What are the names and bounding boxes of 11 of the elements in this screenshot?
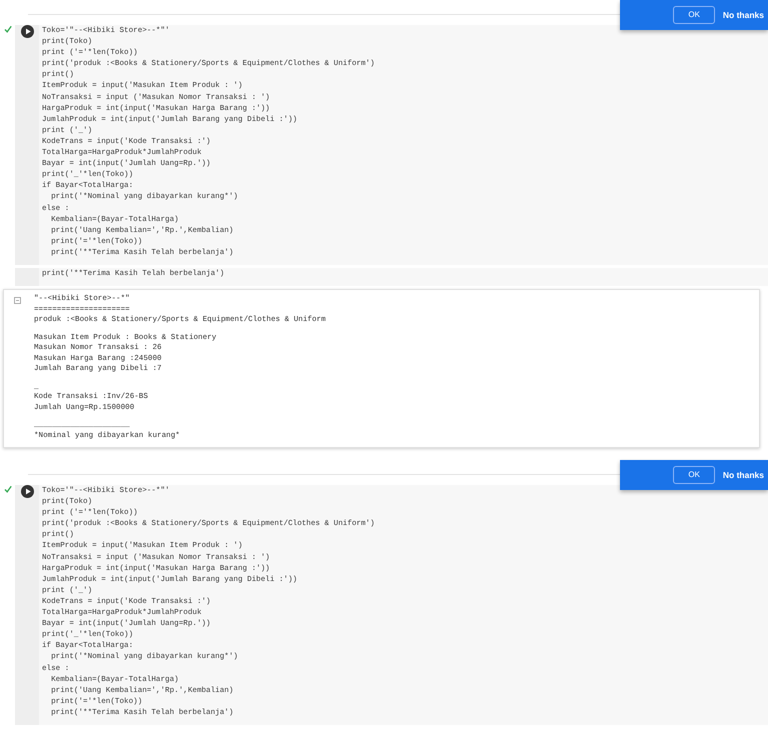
run-button-icon[interactable] (21, 485, 34, 498)
check-icon (4, 25, 12, 33)
check-icon (4, 485, 12, 493)
ok-button[interactable]: OK (673, 6, 715, 24)
run-button-icon[interactable] (21, 25, 34, 38)
output-icon (14, 297, 21, 304)
ok-button[interactable]: OK (673, 466, 715, 484)
no-thanks-button[interactable]: No thanks (722, 470, 764, 480)
code-editor[interactable] (39, 485, 768, 725)
code-editor[interactable] (39, 25, 768, 265)
no-thanks-button[interactable]: No thanks (722, 10, 764, 20)
